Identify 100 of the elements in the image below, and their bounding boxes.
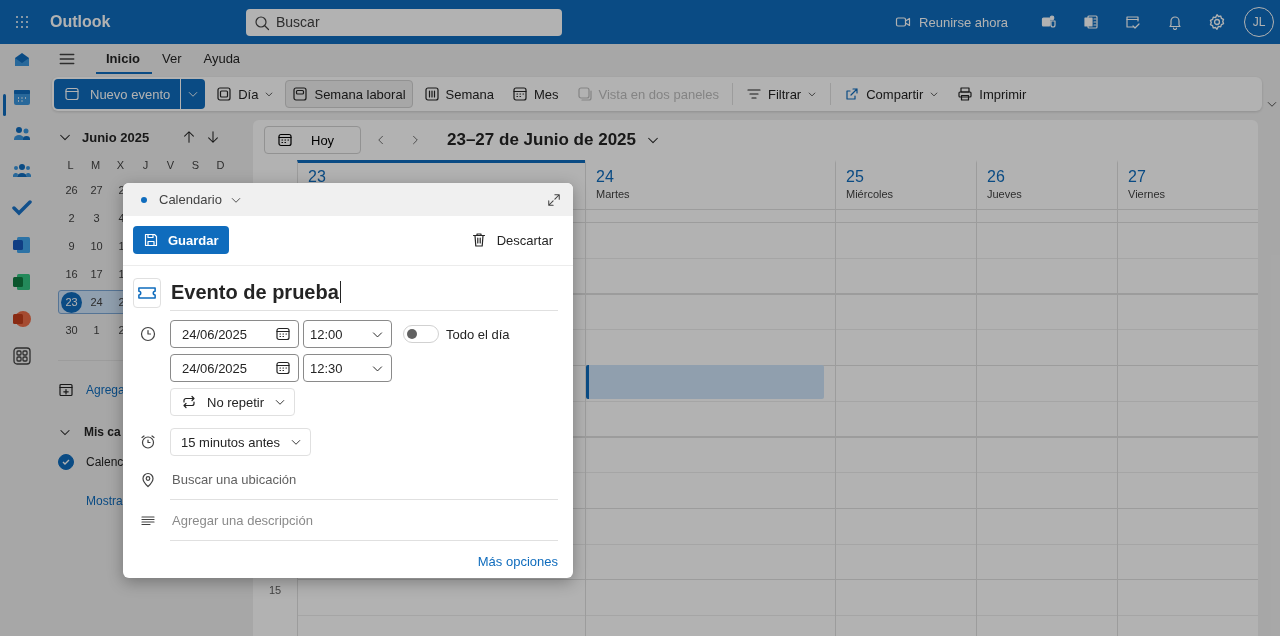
repeat-icon bbox=[181, 394, 197, 410]
day-name: Miércoles bbox=[846, 188, 895, 200]
alarm-clock-icon bbox=[140, 434, 156, 450]
team-chat-icon[interactable] bbox=[1041, 14, 1057, 30]
search-icon bbox=[254, 14, 270, 31]
date-cell[interactable]: 17 bbox=[84, 263, 109, 285]
day-name: Martes bbox=[596, 188, 631, 200]
end-date-field[interactable]: 24/06/2025 bbox=[170, 354, 299, 382]
date-cell[interactable]: 16 bbox=[59, 263, 84, 285]
ribbon-tab[interactable]: Ayuda bbox=[193, 44, 253, 74]
calendar-color-dot bbox=[141, 196, 147, 203]
app-launcher-icon[interactable] bbox=[14, 14, 30, 30]
today-button[interactable]: Hoy bbox=[264, 126, 361, 154]
date-cell[interactable]: 10 bbox=[84, 235, 109, 257]
work-week-icon bbox=[292, 86, 309, 102]
location-pin-icon bbox=[140, 471, 156, 488]
checkmark-icon[interactable] bbox=[12, 198, 32, 218]
view-button[interactable]: Mes bbox=[504, 80, 566, 108]
share-icon bbox=[844, 86, 861, 102]
discard-button[interactable]: Descartar bbox=[464, 231, 559, 249]
task-check-icon[interactable] bbox=[1125, 14, 1141, 30]
reminder-dropdown[interactable]: 15 minutos antes bbox=[170, 428, 311, 456]
notebook-icon[interactable] bbox=[1083, 14, 1099, 30]
settings-icon[interactable] bbox=[1208, 13, 1226, 31]
weekday-label: J bbox=[141, 158, 150, 173]
calendar-icon bbox=[275, 326, 291, 342]
save-button[interactable]: Guardar bbox=[133, 226, 229, 254]
day-view-icon bbox=[216, 86, 233, 102]
ribbon-tab[interactable]: Ver bbox=[151, 44, 194, 74]
day-number[interactable]: 24 bbox=[596, 168, 835, 186]
date-cell[interactable]: 1 bbox=[84, 319, 109, 341]
app-title[interactable]: Outlook bbox=[50, 13, 246, 31]
calendar-icon bbox=[64, 86, 80, 102]
add-calendar-link[interactable]: Agrega bbox=[86, 383, 125, 397]
date-cell[interactable]: 27 bbox=[84, 179, 109, 201]
print-icon bbox=[957, 86, 974, 102]
date-cell[interactable]: 3 bbox=[84, 207, 109, 229]
date-cell[interactable]: 9 bbox=[59, 235, 84, 257]
title-field[interactable]: Evento de prueba bbox=[170, 274, 558, 311]
description-field[interactable]: Agregar una descripción bbox=[170, 500, 558, 541]
repeat-dropdown[interactable]: No repetir bbox=[170, 388, 296, 416]
clock-icon bbox=[140, 326, 156, 342]
meet-now-button[interactable]: Reunirse ahora bbox=[889, 13, 1014, 31]
view-button[interactable]: Semana laboral bbox=[285, 80, 413, 108]
print-button[interactable]: Imprimir bbox=[950, 80, 1034, 108]
date-cell[interactable]: 2 bbox=[59, 207, 84, 229]
calendar-icon bbox=[275, 360, 291, 376]
show-more-link[interactable]: Mostra bbox=[86, 494, 123, 508]
day-number[interactable]: 23 bbox=[308, 168, 585, 186]
apps-icon[interactable] bbox=[12, 346, 32, 366]
add-calendar-icon bbox=[58, 382, 74, 398]
day-name: Jueves bbox=[987, 188, 1023, 200]
share-button[interactable]: Compartir bbox=[837, 80, 947, 108]
calendar-checkbox[interactable] bbox=[58, 454, 74, 470]
document-app-icon[interactable] bbox=[12, 235, 32, 255]
day-number[interactable]: 25 bbox=[846, 168, 976, 186]
date-cell[interactable]: 26 bbox=[59, 179, 84, 201]
trash-icon bbox=[470, 232, 487, 248]
search-field[interactable]: Buscar bbox=[246, 8, 562, 36]
more-options-link[interactable]: Más opciones bbox=[477, 554, 558, 569]
start-time-dropdown[interactable]: 12:00 bbox=[303, 320, 392, 348]
ribbon-tab[interactable]: Inicio bbox=[96, 44, 152, 74]
checkmark-icon bbox=[61, 457, 71, 467]
weekday-label: S bbox=[190, 158, 201, 173]
notifications-icon[interactable] bbox=[1167, 14, 1183, 30]
calendar-icon[interactable] bbox=[12, 87, 32, 107]
month-title: Junio 2025 bbox=[82, 129, 151, 145]
presentation-app-icon[interactable] bbox=[12, 309, 32, 329]
date-cell[interactable]: 30 bbox=[59, 319, 84, 341]
weekday-label: L bbox=[66, 158, 75, 173]
calendar-today-icon bbox=[277, 132, 293, 148]
end-time-dropdown[interactable]: 12:30 bbox=[303, 354, 392, 382]
date-cell[interactable]: 24 bbox=[84, 291, 109, 313]
section-title[interactable]: Mis ca bbox=[84, 425, 121, 439]
weekday-label: M bbox=[89, 158, 102, 173]
filter-button[interactable]: Filtrar bbox=[739, 80, 825, 108]
weekday-label: X bbox=[115, 158, 126, 173]
date-range-picker[interactable]: 23–27 de Junio de 2025 bbox=[441, 129, 666, 151]
all-day-toggle[interactable] bbox=[403, 325, 439, 343]
hour-label: 15 bbox=[267, 583, 283, 596]
view-button[interactable]: Semana bbox=[416, 80, 501, 108]
arrow-up-icon[interactable] bbox=[182, 130, 196, 144]
week-view-icon bbox=[423, 86, 440, 102]
weekday-label: V bbox=[165, 158, 176, 173]
arrow-down-icon[interactable] bbox=[206, 130, 220, 144]
video-camera-icon bbox=[895, 14, 912, 30]
date-cell[interactable]: 23 bbox=[61, 291, 82, 313]
spreadsheet-app-icon[interactable] bbox=[12, 272, 32, 292]
filter-icon bbox=[746, 86, 762, 102]
save-icon bbox=[143, 232, 159, 248]
calendar-picker[interactable]: Calendario bbox=[159, 192, 242, 207]
view-button[interactable]: Día bbox=[209, 80, 282, 108]
day-number[interactable]: 26 bbox=[987, 168, 1117, 186]
start-date-field[interactable]: 24/06/2025 bbox=[170, 320, 299, 348]
month-view-icon bbox=[511, 86, 528, 102]
day-number[interactable]: 27 bbox=[1128, 168, 1258, 186]
calendar-name[interactable]: Calenc bbox=[86, 455, 124, 469]
day-name: Viernes bbox=[1128, 188, 1167, 200]
location-field[interactable]: Buscar una ubicación bbox=[170, 459, 558, 500]
expand-icon[interactable] bbox=[547, 192, 561, 207]
